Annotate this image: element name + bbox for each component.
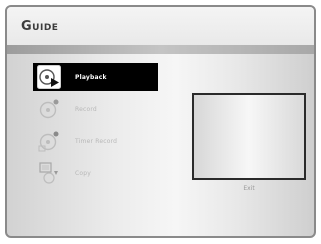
page-title: Guide: [21, 19, 59, 34]
menu-item-label: Playback: [75, 73, 107, 81]
menu-item-label: Copy: [75, 169, 92, 177]
header-bar: Guide: [7, 7, 314, 45]
preview-window: [192, 93, 306, 180]
menu-item-copy[interactable]: Copy: [33, 159, 158, 187]
guide-screen: Guide Playback Record Timer Record Copy …: [5, 5, 316, 238]
menu-item-playback[interactable]: Playback: [33, 63, 158, 91]
menu-item-label: Timer Record: [75, 137, 118, 145]
disc-record-icon: [37, 97, 61, 121]
exit-label[interactable]: Exit: [192, 185, 306, 192]
menu-item-record[interactable]: Record: [33, 95, 158, 123]
menu-item-label: Record: [75, 105, 97, 113]
header-divider: [7, 45, 314, 54]
disc-timer-record-icon: [37, 129, 61, 153]
copy-icon: [37, 161, 61, 185]
disc-play-icon: [37, 65, 61, 89]
menu-item-timer-record[interactable]: Timer Record: [33, 127, 158, 155]
